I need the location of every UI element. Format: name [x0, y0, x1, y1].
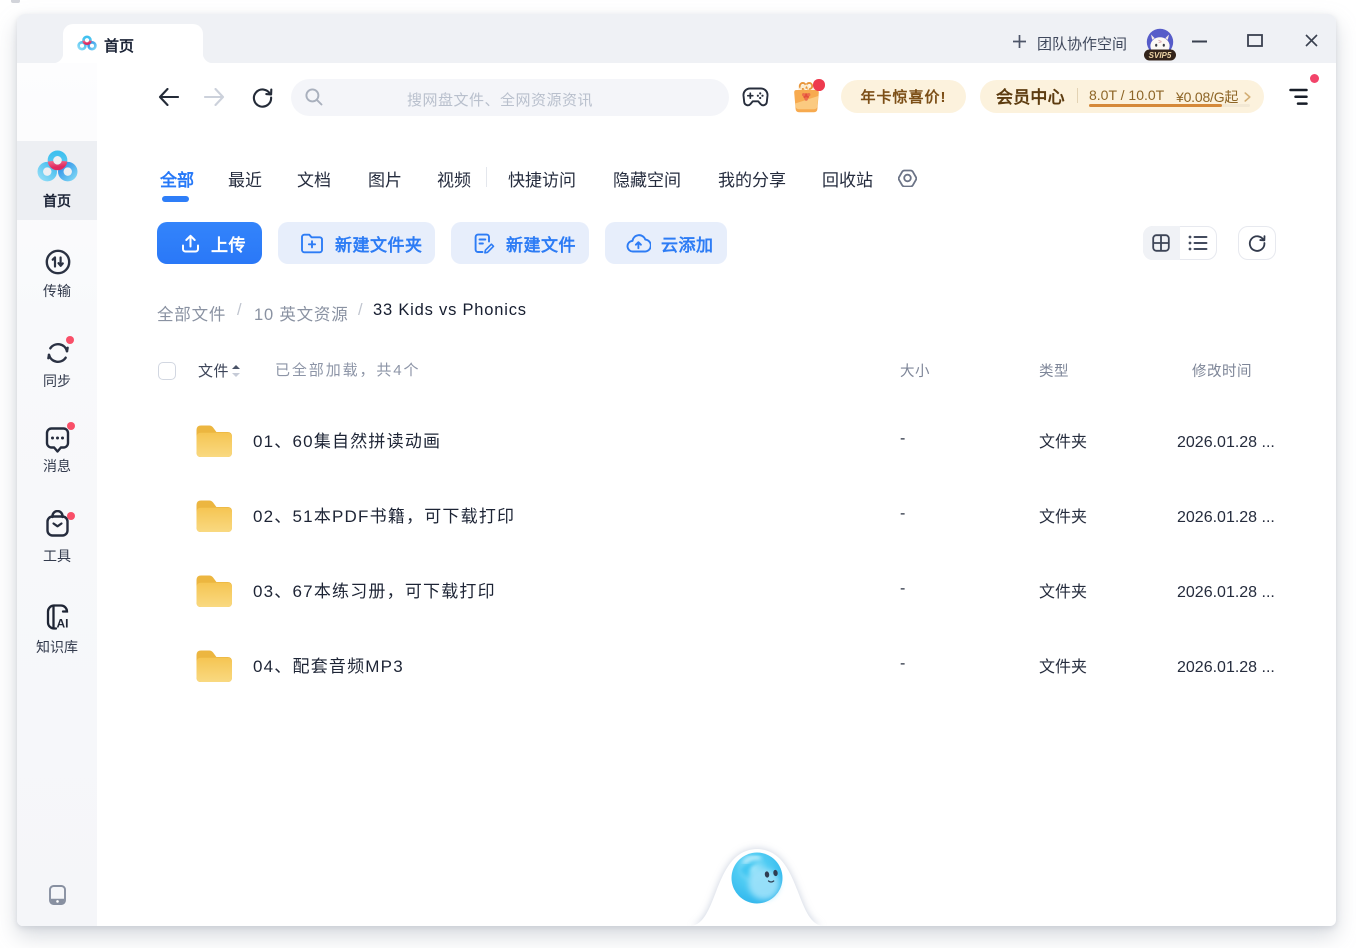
svg-text:AI: AI [57, 617, 69, 631]
svg-text:SVIP5: SVIP5 [1149, 51, 1172, 60]
